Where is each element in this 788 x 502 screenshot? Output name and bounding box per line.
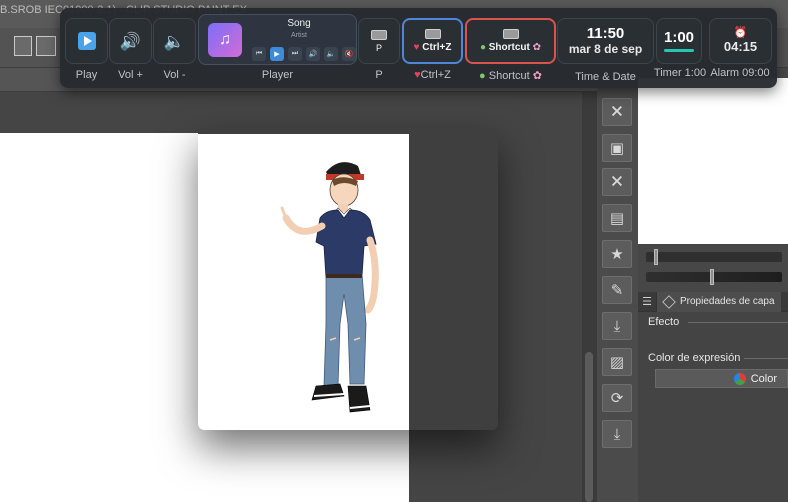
keyboard-icon [371, 29, 387, 40]
next-icon[interactable]: ⏭ [288, 47, 302, 61]
keyboard-icon [502, 29, 519, 39]
clear-layer-icon[interactable]: 🗙 [602, 98, 632, 126]
time-date-label: Time & Date [575, 71, 636, 83]
favorite-layer-icon[interactable]: ★ [602, 240, 632, 268]
control-deck: Play 🔊 Vol + 🔈 Vol - ♫ Song Artist ⏮ ▶ ⏭… [60, 8, 777, 88]
zoom-slider-handle[interactable] [654, 249, 658, 265]
volume-up-icon: 🔊 [119, 31, 142, 51]
ctrl-z-key[interactable]: ♥ Ctrl+Z [402, 18, 463, 64]
volume-down-key[interactable]: 🔈 [153, 18, 196, 64]
volume-down-icon: 🔈 [163, 31, 186, 51]
play-key[interactable] [65, 18, 108, 64]
volume-down-label: Vol - [163, 69, 186, 81]
effect-label: Efecto [648, 316, 680, 328]
mini-mute-icon[interactable]: 🔇 [342, 47, 356, 61]
scrollbar-thumb[interactable] [585, 352, 593, 502]
character-illustration [198, 134, 409, 430]
clock-date: mar 8 de sep [568, 41, 643, 56]
song-artist: Artist [291, 32, 307, 39]
edit-layer-icon[interactable]: ✎ [602, 276, 632, 304]
time-date-key[interactable]: 11:50 mar 8 de sep [557, 18, 654, 64]
player-label: Player [261, 69, 294, 81]
merge-down-icon[interactable]: ⤓ [602, 312, 632, 340]
p-label: P [375, 69, 383, 81]
rotate-slider[interactable] [646, 272, 782, 282]
slider-panel [638, 244, 788, 292]
expression-color-label: Color de expresión [648, 352, 741, 364]
song-title: Song [287, 18, 311, 29]
clock-time: 11:50 [586, 24, 625, 42]
previous-icon[interactable]: ⏮ [252, 47, 266, 61]
download-layer-icon[interactable]: ⤓ [602, 420, 632, 448]
keyboard-icon [424, 29, 441, 39]
ctrl-z-key-text: ♥ Ctrl+Z [413, 42, 452, 53]
clear-outside-icon[interactable]: 🗙 [602, 168, 632, 196]
layout-icon[interactable] [14, 36, 32, 56]
shortcut-key[interactable]: ● Shortcut ✿ [465, 18, 556, 64]
color-icon [733, 372, 746, 385]
extract-lines-icon[interactable]: ▨ [602, 348, 632, 376]
volume-up-label: Vol + [118, 69, 143, 81]
grid-settings-icon[interactable]: ▤ [602, 204, 632, 232]
alarm-time: 04:15 [723, 38, 758, 54]
tab-layer-properties[interactable]: Propiedades de capa [656, 291, 781, 312]
navigator-preview [638, 78, 788, 244]
canvas-vertical-scrollbar[interactable] [582, 92, 596, 502]
alarm-label: Alarm 09:00 [710, 67, 770, 79]
rotate-slider-handle[interactable] [710, 269, 714, 285]
rotate-layer-icon[interactable]: ⟳ [602, 384, 632, 412]
alarm-clock-icon: ⏰ [733, 26, 748, 39]
effect-divider [688, 322, 788, 323]
character-drawing [280, 162, 379, 413]
expression-divider [744, 358, 788, 359]
panel-menu-icon[interactable]: ☰ [638, 295, 656, 308]
play-label: Play [75, 69, 98, 81]
mini-volume-up-icon[interactable]: 🔊 [306, 47, 320, 61]
timer-progress-bar [664, 48, 694, 52]
timer-value: 1:00 [663, 29, 695, 47]
zoom-slider[interactable] [646, 252, 782, 262]
shortcut-label: ● Shortcut ✿ [479, 70, 542, 82]
mini-play-icon[interactable]: ▶ [270, 47, 284, 61]
ctrl-z-label: ♥Ctrl+Z [414, 69, 451, 81]
color-button[interactable]: Color [655, 369, 788, 388]
panel-icon[interactable] [36, 36, 56, 56]
p-key[interactable]: P [358, 18, 400, 64]
layer-properties-panel: ☰ Propiedades de capa Efecto Color de ex… [638, 291, 788, 502]
p-key-text: P [375, 42, 382, 53]
player-key[interactable]: ♫ Song Artist ⏮ ▶ ⏭ 🔊 🔈 🔇 [198, 14, 357, 65]
player-mini-controls: ⏮ ▶ ⏭ 🔊 🔈 🔇 [252, 47, 356, 61]
layer-settings-icon[interactable]: ▣ [602, 134, 632, 162]
album-art-icon: ♫ [208, 23, 242, 57]
volume-up-key[interactable]: 🔊 [109, 18, 152, 64]
preview-window[interactable] [198, 128, 498, 430]
tab-label: Propiedades de capa [680, 296, 775, 307]
layer-properties-icon [662, 294, 676, 309]
shortcut-key-text: ● Shortcut ✿ [479, 42, 542, 53]
play-icon [77, 32, 96, 50]
layer-tool-strip: 🗙 ▣ 🗙 ▤ ★ ✎ ⤓ ▨ ⟳ ⤓ [596, 92, 638, 502]
alarm-key[interactable]: ⏰ 04:15 [709, 18, 772, 64]
props-header: ☰ Propiedades de capa [638, 291, 788, 312]
timer-key[interactable]: 1:00 [656, 18, 702, 64]
color-button-label: Color [750, 372, 777, 385]
mini-volume-down-icon[interactable]: 🔈 [324, 47, 338, 61]
timer-label: Timer 1:00 [653, 67, 707, 79]
